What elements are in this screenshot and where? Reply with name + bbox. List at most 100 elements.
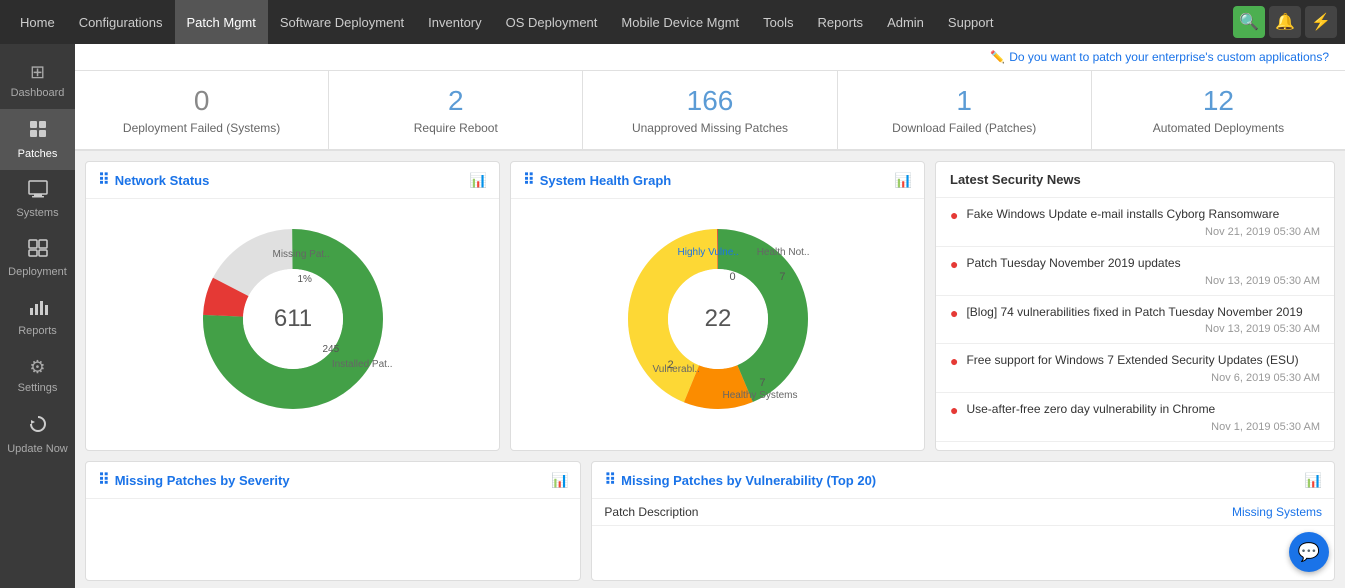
network-status-header: ⠿ Network Status 📊 <box>86 162 499 199</box>
sidebar-item-reports[interactable]: Reports <box>0 288 75 347</box>
nav-configurations[interactable]: Configurations <box>67 0 175 44</box>
alert-icon: ● <box>950 207 958 223</box>
svg-text:22: 22 <box>704 305 731 332</box>
sidebar-label-reports: Reports <box>18 325 57 337</box>
news-date: Nov 21, 2019 05:30 AM <box>966 226 1320 238</box>
news-content: [Blog] 74 vulnerabilities fixed in Patch… <box>966 304 1320 336</box>
top-navigation: Home Configurations Patch Mgmt Software … <box>0 0 1345 44</box>
security-news-list[interactable]: ● Fake Windows Update e-mail installs Cy… <box>936 198 1334 442</box>
update-icon <box>28 414 48 439</box>
health-not-label: Health Not.. <box>757 247 810 258</box>
svg-text:611: 611 <box>273 305 311 332</box>
news-content: Free support for Windows 7 Extended Secu… <box>966 352 1320 384</box>
news-item[interactable]: ● Fake Windows Update e-mail installs Cy… <box>936 198 1334 247</box>
news-content: Fake Windows Update e-mail installs Cybo… <box>966 206 1320 238</box>
main-content: ✏️ Do you want to patch your enterprise'… <box>75 44 1345 588</box>
nav-mobile-device-mgmt[interactable]: Mobile Device Mgmt <box>609 0 751 44</box>
stat-automated-deployments[interactable]: 12 Automated Deployments <box>1092 71 1345 149</box>
healthy-label: Healthy Systems <box>722 390 797 401</box>
health-graph-title: ⠿ System Health Graph <box>523 170 671 190</box>
stat-deployment-failed[interactable]: 0 Deployment Failed (Systems) <box>75 71 329 149</box>
lightning-icon[interactable]: ⚡ <box>1305 6 1337 38</box>
missing-patch-value: 1% <box>298 274 312 285</box>
news-item[interactable]: ● Free support for Windows 7 Extended Se… <box>936 344 1334 393</box>
stat-number-download-failed: 1 <box>956 85 972 117</box>
missing-systems-col: Missing Systems <box>1232 505 1322 519</box>
title-dots-icon: ⠿ <box>98 170 109 190</box>
chart-icon3[interactable]: 📊 <box>551 472 568 489</box>
news-item[interactable]: ● Patch Tuesday November 2019 updates No… <box>936 247 1334 296</box>
notifications-icon[interactable]: 🔔 <box>1269 6 1301 38</box>
nav-admin[interactable]: Admin <box>875 0 936 44</box>
nav-patch-mgmt[interactable]: Patch Mgmt <box>175 0 268 44</box>
news-title: Use-after-free zero day vulnerability in… <box>966 401 1320 418</box>
health-graph-panel: ⠿ System Health Graph 📊 <box>510 161 925 451</box>
sidebar-item-systems[interactable]: Systems <box>0 170 75 229</box>
health-graph-body: 22 Highly Vulne.. Health Not.. Vulnerabl… <box>511 199 924 439</box>
stat-label-download-failed: Download Failed (Patches) <box>892 121 1036 135</box>
nav-home[interactable]: Home <box>8 0 67 44</box>
news-title: Free support for Windows 7 Extended Secu… <box>966 352 1320 369</box>
stat-number-automated: 12 <box>1203 85 1234 117</box>
nav-tools[interactable]: Tools <box>751 0 805 44</box>
nav-reports[interactable]: Reports <box>806 0 876 44</box>
news-date: Nov 13, 2019 05:30 AM <box>966 323 1320 335</box>
nav-inventory[interactable]: Inventory <box>416 0 493 44</box>
stat-unapproved-patches[interactable]: 166 Unapproved Missing Patches <box>583 71 837 149</box>
nav-support[interactable]: Support <box>936 0 1006 44</box>
news-content: Patch Tuesday November 2019 updates Nov … <box>966 255 1320 287</box>
missing-patch-label: Missing Pat.. <box>273 249 330 260</box>
healthy-val: 7 <box>759 377 765 389</box>
patches-icon <box>28 119 48 144</box>
sidebar-label-systems: Systems <box>16 207 58 219</box>
installed-patch-value: 245 <box>323 344 340 355</box>
news-item[interactable]: ● [Blog] 74 vulnerabilities fixed in Pat… <box>936 296 1334 345</box>
vulnerable-val: 2 <box>668 359 674 371</box>
news-date: Nov 6, 2019 05:30 AM <box>966 372 1320 384</box>
chart-icon4[interactable]: 📊 <box>1305 472 1322 489</box>
chart-icon2[interactable]: 📊 <box>895 172 912 189</box>
title-dots-icon2: ⠿ <box>523 170 534 190</box>
alert-icon: ● <box>950 305 958 321</box>
nav-os-deployment[interactable]: OS Deployment <box>494 0 610 44</box>
chat-button[interactable]: 💬 <box>1289 532 1329 572</box>
sidebar-item-update-now[interactable]: Update Now <box>0 404 75 465</box>
installed-patch-label: Installed Pat.. <box>332 359 393 370</box>
news-title: Fake Windows Update e-mail installs Cybo… <box>966 206 1320 223</box>
news-date: Nov 13, 2019 05:30 AM <box>966 275 1320 287</box>
stat-number-require-reboot: 2 <box>448 85 464 117</box>
highly-vuln-label: Highly Vulne.. <box>678 247 739 258</box>
missing-patches-severity-panel: ⠿ Missing Patches by Severity 📊 <box>85 461 581 581</box>
settings-icon: ⚙ <box>29 357 45 378</box>
stat-label-require-reboot: Require Reboot <box>414 121 498 135</box>
chart-icon[interactable]: 📊 <box>470 172 487 189</box>
news-item[interactable]: ● Use-after-free zero day vulnerability … <box>936 393 1334 442</box>
security-news-header: Latest Security News <box>936 162 1334 198</box>
network-status-body: 611 Missing Pat.. Installed Pat.. 245 1% <box>86 199 499 439</box>
stat-download-failed[interactable]: 1 Download Failed (Patches) <box>838 71 1092 149</box>
sidebar: ⊞ Dashboard Patches Systems Deployment <box>0 44 75 588</box>
sidebar-item-patches[interactable]: Patches <box>0 109 75 170</box>
search-icon[interactable]: 🔍 <box>1233 6 1265 38</box>
stat-number-deployment-failed: 0 <box>194 85 210 117</box>
alert-icon: ● <box>950 402 958 418</box>
vuln-panel-header: ⠿ Missing Patches by Vulnerability (Top … <box>592 462 1334 499</box>
patch-description-col: Patch Description <box>604 505 698 519</box>
news-title: Patch Tuesday November 2019 updates <box>966 255 1320 272</box>
alert-icon: ● <box>950 256 958 272</box>
network-status-panel: ⠿ Network Status 📊 <box>85 161 500 451</box>
custom-app-link[interactable]: ✏️ Do you want to patch your enterprise'… <box>990 50 1329 64</box>
nav-software-deployment[interactable]: Software Deployment <box>268 0 416 44</box>
title-dots-icon3: ⠿ <box>98 470 109 490</box>
health-graph-header: ⠿ System Health Graph 📊 <box>511 162 924 199</box>
stat-label-unapproved: Unapproved Missing Patches <box>632 121 788 135</box>
sidebar-item-deployment[interactable]: Deployment <box>0 229 75 288</box>
stat-require-reboot[interactable]: 2 Require Reboot <box>329 71 583 149</box>
missing-patches-vuln-panel: ⠿ Missing Patches by Vulnerability (Top … <box>591 461 1335 581</box>
security-news-panel: Latest Security News ● Fake Windows Upda… <box>935 161 1335 451</box>
health-not-val: 7 <box>779 271 785 283</box>
sidebar-item-settings[interactable]: ⚙ Settings <box>0 347 75 404</box>
severity-chart-placeholder <box>86 499 580 579</box>
sidebar-item-dashboard[interactable]: ⊞ Dashboard <box>0 52 75 109</box>
stats-row: 0 Deployment Failed (Systems) 2 Require … <box>75 71 1345 151</box>
